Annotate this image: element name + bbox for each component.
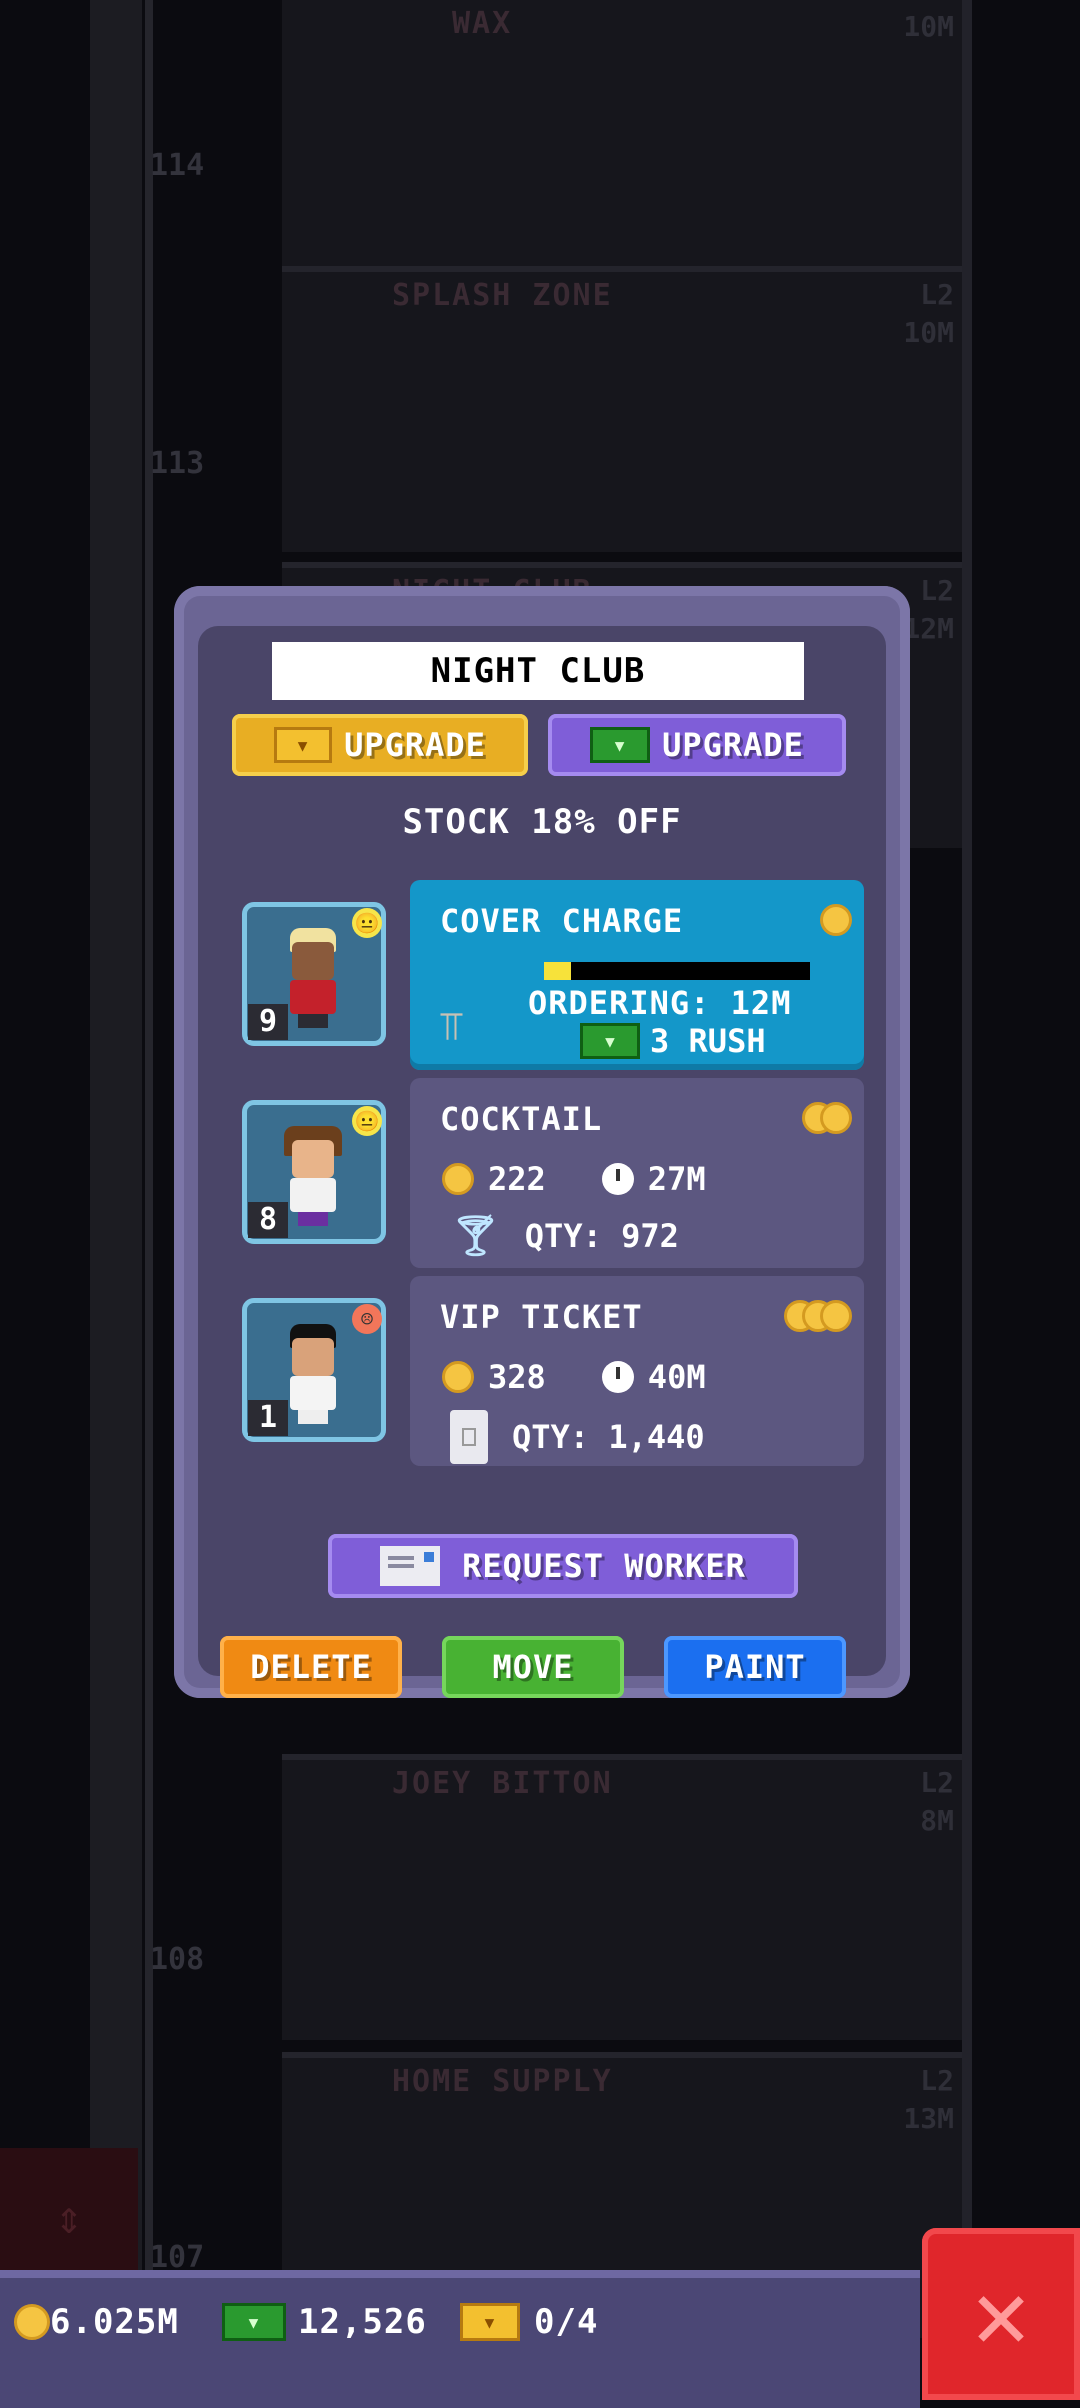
floor-splash-zone[interactable]: SPLASH ZONE L2 10M xyxy=(282,266,962,552)
golden-ticket-icon: ▼ xyxy=(460,2303,520,2341)
request-worker-label: REQUEST WORKER xyxy=(462,1547,746,1585)
product-cover-charge[interactable]: COVER CHARGE ⫪ ORDERING: 12M ▼ 3 RUSH xyxy=(410,880,864,1070)
worker-slot-1[interactable]: 😐 9 xyxy=(242,902,386,1046)
rush-label: 3 RUSH xyxy=(650,1022,766,1060)
floor-name: HOME SUPPLY xyxy=(392,2064,613,2099)
velvet-rope-icon: ⫪ xyxy=(440,1004,463,1050)
worker-avatar xyxy=(280,1324,344,1424)
worker-level: 9 xyxy=(248,1004,288,1040)
ordering-status: ORDERING: 12M xyxy=(528,984,792,1022)
floor-level: L2 xyxy=(920,574,954,607)
tickets-value: 0/4 xyxy=(534,2302,599,2342)
product-tier-coins xyxy=(820,904,852,936)
worker-level: 8 xyxy=(248,1202,288,1238)
worker-avatar xyxy=(280,1126,344,1226)
elevator-arrows-icon[interactable]: ⇕ xyxy=(0,2148,138,2286)
letter-icon xyxy=(380,1546,441,1586)
floor-name: JOEY BITTON xyxy=(392,1766,613,1801)
worker-level: 1 xyxy=(248,1400,288,1436)
stock-progress-bar xyxy=(544,962,810,980)
worker-slot-2[interactable]: 😐 8 xyxy=(242,1100,386,1244)
bux-value: 12,526 xyxy=(298,2302,427,2342)
floor-number: 108 xyxy=(150,1942,205,1977)
unhappy-mood-icon: ☹ xyxy=(352,1304,382,1334)
product-time: 27M xyxy=(647,1160,706,1198)
floor-price: 8M xyxy=(920,1804,954,1837)
floor-price: 10M xyxy=(903,316,954,349)
upgrade-label: UPGRADE xyxy=(344,726,486,764)
product-stats: 222 27M xyxy=(442,1160,706,1198)
floor-level: L2 xyxy=(920,278,954,311)
clock-icon xyxy=(601,1361,634,1393)
product-price: 328 xyxy=(488,1358,546,1396)
move-button[interactable]: MOVE xyxy=(442,1636,624,1698)
request-worker-button[interactable]: REQUEST WORKER xyxy=(328,1534,798,1598)
floor-joey-bitton[interactable]: JOEY BITTON L2 8M xyxy=(282,1754,962,2040)
rush-button[interactable]: ▼ 3 RUSH xyxy=(580,1022,766,1060)
upgrade-label: UPGRADE xyxy=(662,726,804,764)
product-price: 222 xyxy=(488,1160,546,1198)
status-bar: 6.025M ▼ 12,526 ▼ 0/4 xyxy=(0,2270,920,2408)
vip-ticket-icon xyxy=(450,1410,488,1464)
tower-bux-icon: ▼ xyxy=(222,2303,286,2341)
product-time: 40M xyxy=(647,1358,706,1396)
coin-icon xyxy=(442,1163,474,1195)
floor-number: 114 xyxy=(150,148,205,183)
product-name: COCKTAIL xyxy=(440,1100,603,1138)
floor-name: SPLASH ZONE xyxy=(392,278,613,313)
bux-counter: ▼ 12,526 xyxy=(222,2302,427,2342)
product-qty-row: QTY: 1,440 xyxy=(450,1410,705,1464)
floor-number: 113 xyxy=(150,446,205,481)
product-qty: QTY: 972 xyxy=(524,1216,679,1255)
elevator-shaft xyxy=(90,0,142,2290)
paint-button[interactable]: PAINT xyxy=(664,1636,846,1698)
tower-bux-icon: ▼ xyxy=(590,727,651,763)
floor-price: 12M xyxy=(903,612,954,645)
coin-icon xyxy=(442,1361,474,1393)
product-stats: 328 40M xyxy=(442,1358,706,1396)
product-tier-coins xyxy=(802,1102,852,1134)
neutral-mood-icon: 😐 xyxy=(352,908,382,938)
floor-dialog: NIGHT CLUB ▼ UPGRADE ▼ UPGRADE STOCK 18%… xyxy=(174,586,910,1698)
product-cocktail[interactable]: COCKTAIL 222 27M 🍸︎ QTY: 972 xyxy=(410,1078,864,1268)
floor-price: 10M xyxy=(903,10,954,43)
product-qty: QTY: 1,440 xyxy=(512,1418,705,1456)
floor-wax[interactable]: WAX 10M xyxy=(282,0,962,280)
worker-avatar xyxy=(280,928,344,1028)
tower-bux-icon: ▼ xyxy=(580,1023,640,1059)
product-qty-row: 🍸︎ QTY: 972 xyxy=(450,1212,679,1259)
stock-discount: STOCK 18% OFF xyxy=(402,802,682,842)
coins-counter: 6.025M xyxy=(14,2302,179,2342)
golden-ticket-icon: ▼ xyxy=(274,727,333,763)
tower-edge xyxy=(962,0,972,2290)
product-tier-coins xyxy=(784,1300,852,1332)
coin-icon xyxy=(14,2304,50,2340)
worker-slot-3[interactable]: ☹ 1 xyxy=(242,1298,386,1442)
floor-level: L2 xyxy=(920,1766,954,1799)
progress-fill xyxy=(544,962,571,980)
clock-icon xyxy=(601,1163,634,1195)
neutral-mood-icon: 😐 xyxy=(352,1106,382,1136)
dialog-title: NIGHT CLUB xyxy=(272,642,804,700)
close-x-icon[interactable]: ✕ xyxy=(922,2228,1080,2400)
product-vip-ticket[interactable]: VIP TICKET 328 40M QTY: 1,440 xyxy=(410,1276,864,1466)
product-name: COVER CHARGE xyxy=(440,902,684,940)
upgrade-gold-button[interactable]: ▼ UPGRADE xyxy=(232,714,528,776)
product-name: VIP TICKET xyxy=(440,1298,643,1336)
coins-value: 6.025M xyxy=(50,2302,179,2342)
tickets-counter: ▼ 0/4 xyxy=(460,2302,598,2342)
floor-name: WAX xyxy=(452,6,513,41)
floor-price: 13M xyxy=(903,2102,954,2135)
cocktail-glass-icon: 🍸︎ xyxy=(450,1213,501,1259)
floor-level: L2 xyxy=(920,2064,954,2097)
dialog-body: NIGHT CLUB ▼ UPGRADE ▼ UPGRADE STOCK 18%… xyxy=(198,626,886,1698)
upgrade-bux-button[interactable]: ▼ UPGRADE xyxy=(548,714,846,776)
delete-button[interactable]: DELETE xyxy=(220,1636,402,1698)
